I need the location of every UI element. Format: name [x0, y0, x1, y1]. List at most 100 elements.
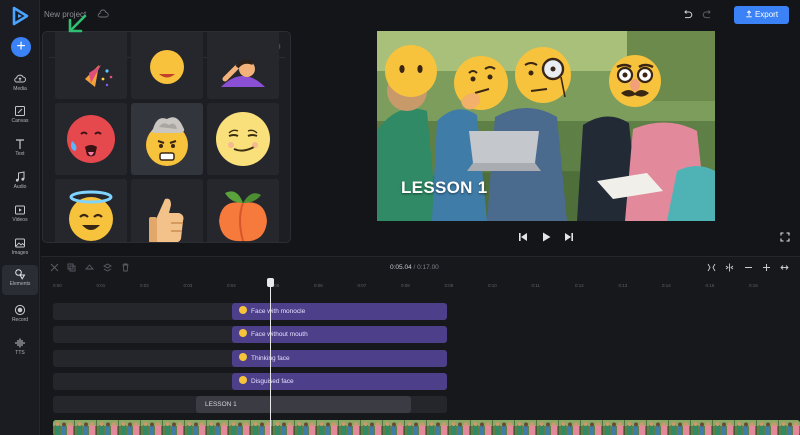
timeline: 0:05.04 / 0:17.00 0:00 0:01 0:02 0:03 0:04 0:… [41, 256, 800, 435]
video-filmstrip[interactable] [53, 420, 800, 435]
clip-lesson-text[interactable]: LESSON 1 [196, 396, 411, 413]
sidebar-item-label: Text [15, 151, 25, 157]
skip-back-icon[interactable] [518, 232, 528, 242]
emoji-overlay-thinking-face [454, 56, 508, 110]
party-popper-icon [85, 65, 113, 87]
sidebar-item-label: Images [11, 250, 29, 256]
zoom-in-icon[interactable] [762, 263, 771, 272]
ruler-tick: 0:08 [401, 283, 410, 288]
timeline-toolbar: 0:05.04 / 0:17.00 [41, 257, 800, 279]
ruler-tick: 0:10 [488, 283, 497, 288]
total-duration: 0:17.00 [417, 264, 439, 271]
export-label: Export [754, 10, 779, 19]
emoji-tile-thumbs-up[interactable] [131, 179, 203, 242]
current-time: 0:05.04 [390, 264, 412, 271]
sidebar-item-label: TTS [15, 350, 25, 356]
sidebar-item-label: Elements [9, 281, 31, 287]
text-icon [16, 139, 24, 149]
add-media-button[interactable]: + [11, 37, 31, 57]
emoji-tile-face-partial[interactable] [131, 32, 203, 99]
sidebar-item-canvas[interactable]: Canvas [2, 102, 38, 130]
export-button[interactable]: Export [734, 6, 789, 24]
left-sidebar: + Media Canvas Text Audio Videos Images … [0, 0, 40, 435]
smirking-face-icon [216, 112, 270, 166]
ruler-tick: 0:04 [227, 283, 236, 288]
video-icon [15, 205, 25, 215]
ruler-tick: 0:00 [53, 283, 62, 288]
smiling-face-with-halo-icon [69, 190, 113, 241]
emoji-tile-person-gesturing[interactable] [207, 32, 279, 99]
ruler-tick: 0:15 [705, 283, 715, 288]
clip-face-without-mouth[interactable]: Face without mouth [232, 326, 447, 343]
clip-label: Face without mouth [251, 331, 308, 338]
cloud-upload-icon [14, 74, 26, 83]
record-icon [14, 304, 26, 316]
sidebar-item-label: Media [13, 86, 27, 92]
clip-face-with-monocle[interactable]: Face with monocle [232, 303, 447, 320]
sidebar-item-audio[interactable]: Audio [2, 168, 38, 196]
hot-face-icon [67, 115, 115, 163]
sidebar-item-media[interactable]: Media [2, 70, 38, 98]
emoji-tile-smirking-face[interactable] [207, 103, 279, 175]
fit-timeline-icon[interactable] [707, 263, 716, 272]
elements-panel [42, 31, 291, 243]
ruler-tick: 0:14 [662, 283, 671, 288]
ruler-tick: 0:12 [575, 283, 584, 288]
layer-icon[interactable] [103, 263, 112, 272]
image-icon [15, 238, 25, 248]
shapes-icon [15, 269, 26, 280]
ruler-tick: 0:16 [749, 283, 758, 288]
sidebar-item-images[interactable]: Images [2, 234, 38, 262]
app-logo-icon[interactable] [10, 6, 30, 26]
split-icon[interactable] [50, 263, 59, 272]
emoji-overlay-face-without-mouth [385, 45, 437, 97]
emoji-tile-party-popper[interactable] [55, 32, 127, 99]
playhead[interactable] [270, 279, 271, 435]
app-window: + Media Canvas Text Audio Videos Images … [0, 0, 800, 435]
expand-timeline-icon[interactable] [780, 263, 789, 272]
redo-icon[interactable] [702, 9, 713, 20]
time-readout: 0:05.04 / 0:17.00 [390, 264, 439, 271]
emoji-tile-exploding-head[interactable] [131, 103, 203, 175]
ruler-tick: 0:06 [314, 283, 323, 288]
clip-disguised-face[interactable]: Disguised face [232, 373, 447, 390]
emoji-tile-hot-face[interactable] [55, 103, 127, 175]
trash-icon[interactable] [121, 263, 130, 272]
skip-forward-icon[interactable] [564, 232, 574, 242]
ruler-tick: 0:09 [444, 283, 454, 288]
ruler-tick: 0:01 [96, 283, 106, 288]
clip-thinking-face[interactable]: Thinking face [232, 350, 447, 367]
clip-label: Disguised face [251, 378, 294, 385]
sidebar-item-videos[interactable]: Videos [2, 201, 38, 229]
sidebar-item-label: Canvas [11, 118, 29, 124]
emoji-clip-icon [239, 306, 247, 314]
fullscreen-icon[interactable] [780, 232, 790, 242]
split-view-icon[interactable] [725, 263, 734, 272]
ruler-tick: 0:13 [618, 283, 628, 288]
emoji-tile-smiling-face-with-halo[interactable] [55, 179, 127, 242]
sidebar-item-label: Videos [12, 217, 28, 223]
play-icon[interactable] [541, 232, 551, 242]
sidebar-item-record[interactable]: Record [2, 301, 38, 329]
ruler-tick: 0:03 [183, 283, 193, 288]
time-ruler[interactable]: 0:00 0:01 0:02 0:03 0:04 0:05 0:06 0:07 0:08 0:09… [41, 279, 800, 293]
thumbs-up-icon [149, 198, 184, 242]
sidebar-item-tts[interactable]: TTS [2, 334, 38, 362]
upload-icon [746, 10, 752, 18]
sidebar-item-text[interactable]: Text [2, 135, 38, 163]
undo-icon[interactable] [682, 9, 693, 20]
filmstrip-frames [53, 420, 800, 435]
playhead-handle[interactable] [267, 278, 274, 287]
ruler-tick: 0:02 [140, 283, 149, 288]
send-backward-icon[interactable] [85, 263, 94, 272]
pointer-arrow-icon [68, 14, 87, 33]
exploding-head-icon [146, 117, 188, 166]
canvas-icon [15, 106, 25, 116]
zoom-out-icon[interactable] [744, 263, 753, 272]
sidebar-item-elements[interactable]: Elements [2, 265, 38, 295]
video-preview[interactable]: LESSON 1 [377, 31, 715, 221]
preview-text-overlay[interactable]: LESSON 1 [401, 178, 487, 198]
music-note-icon [15, 171, 25, 182]
duplicate-icon[interactable] [67, 263, 76, 272]
emoji-tile-peach[interactable] [207, 179, 279, 242]
